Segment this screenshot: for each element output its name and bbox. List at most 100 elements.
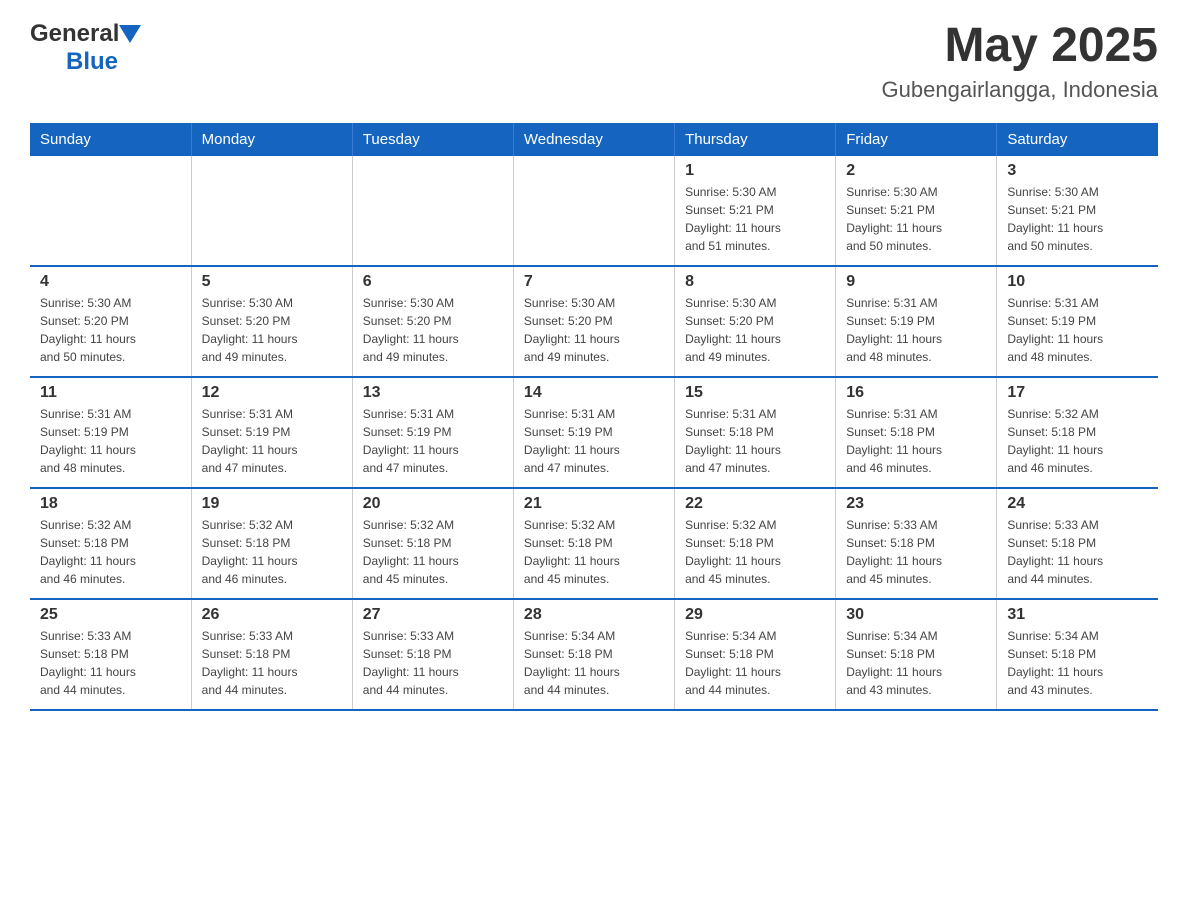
day-info: Sunrise: 5:31 AM Sunset: 5:19 PM Dayligh…: [202, 405, 342, 477]
day-info: Sunrise: 5:30 AM Sunset: 5:20 PM Dayligh…: [202, 294, 342, 366]
day-info: Sunrise: 5:32 AM Sunset: 5:18 PM Dayligh…: [1007, 405, 1148, 477]
day-number: 29: [685, 606, 825, 624]
calendar-day-cell: 14 Sunrise: 5:31 AM Sunset: 5:19 PM Dayli…: [513, 377, 674, 488]
day-info: Sunrise: 5:31 AM Sunset: 5:19 PM Dayligh…: [524, 405, 664, 477]
day-header-thursday: Thursday: [675, 123, 836, 156]
day-number: 12: [202, 384, 342, 402]
calendar-day-cell: [191, 156, 352, 266]
calendar-day-cell: 15 Sunrise: 5:31 AM Sunset: 5:18 PM Dayli…: [675, 377, 836, 488]
day-info: Sunrise: 5:31 AM Sunset: 5:19 PM Dayligh…: [1007, 294, 1148, 366]
day-number: 17: [1007, 384, 1148, 402]
day-info: Sunrise: 5:34 AM Sunset: 5:18 PM Dayligh…: [685, 627, 825, 699]
calendar-day-cell: 3 Sunrise: 5:30 AM Sunset: 5:21 PM Daylig…: [997, 156, 1158, 266]
day-header-monday: Monday: [191, 123, 352, 156]
day-number: 31: [1007, 606, 1148, 624]
day-number: 15: [685, 384, 825, 402]
day-number: 1: [685, 162, 825, 180]
day-info: Sunrise: 5:33 AM Sunset: 5:18 PM Dayligh…: [846, 516, 986, 588]
calendar-day-cell: 12 Sunrise: 5:31 AM Sunset: 5:19 PM Dayli…: [191, 377, 352, 488]
day-info: Sunrise: 5:30 AM Sunset: 5:21 PM Dayligh…: [846, 183, 986, 255]
calendar-day-cell: [30, 156, 191, 266]
day-info: Sunrise: 5:30 AM Sunset: 5:20 PM Dayligh…: [524, 294, 664, 366]
calendar-day-cell: 9 Sunrise: 5:31 AM Sunset: 5:19 PM Daylig…: [836, 266, 997, 377]
calendar-day-cell: 8 Sunrise: 5:30 AM Sunset: 5:20 PM Daylig…: [675, 266, 836, 377]
calendar-day-cell: 18 Sunrise: 5:32 AM Sunset: 5:18 PM Dayli…: [30, 488, 191, 599]
month-year-title: May 2025: [882, 20, 1158, 73]
day-info: Sunrise: 5:30 AM Sunset: 5:21 PM Dayligh…: [1007, 183, 1148, 255]
calendar-day-cell: 22 Sunrise: 5:32 AM Sunset: 5:18 PM Dayli…: [675, 488, 836, 599]
day-number: 22: [685, 495, 825, 513]
day-info: Sunrise: 5:33 AM Sunset: 5:18 PM Dayligh…: [363, 627, 503, 699]
calendar-day-cell: 29 Sunrise: 5:34 AM Sunset: 5:18 PM Dayli…: [675, 599, 836, 710]
calendar-header-row: SundayMondayTuesdayWednesdayThursdayFrid…: [30, 123, 1158, 156]
calendar-day-cell: 27Sunrise: 5:33 AM Sunset: 5:18 PM Dayli…: [352, 599, 513, 710]
calendar-day-cell: 4 Sunrise: 5:30 AM Sunset: 5:20 PM Daylig…: [30, 266, 191, 377]
day-info: Sunrise: 5:34 AM Sunset: 5:18 PM Dayligh…: [1007, 627, 1148, 699]
calendar-day-cell: 28Sunrise: 5:34 AM Sunset: 5:18 PM Dayli…: [513, 599, 674, 710]
day-info: Sunrise: 5:31 AM Sunset: 5:18 PM Dayligh…: [685, 405, 825, 477]
day-header-saturday: Saturday: [997, 123, 1158, 156]
day-number: 18: [40, 495, 181, 513]
day-info: Sunrise: 5:34 AM Sunset: 5:18 PM Dayligh…: [846, 627, 986, 699]
calendar-day-cell: 31 Sunrise: 5:34 AM Sunset: 5:18 PM Dayli…: [997, 599, 1158, 710]
calendar-day-cell: 21Sunrise: 5:32 AM Sunset: 5:18 PM Dayli…: [513, 488, 674, 599]
day-number: 30: [846, 606, 986, 624]
calendar-day-cell: 19Sunrise: 5:32 AM Sunset: 5:18 PM Dayli…: [191, 488, 352, 599]
calendar-day-cell: 10 Sunrise: 5:31 AM Sunset: 5:19 PM Dayli…: [997, 266, 1158, 377]
calendar-day-cell: 25 Sunrise: 5:33 AM Sunset: 5:18 PM Dayli…: [30, 599, 191, 710]
day-number: 25: [40, 606, 181, 624]
calendar-day-cell: [352, 156, 513, 266]
day-number: 9: [846, 273, 986, 291]
day-info: Sunrise: 5:30 AM Sunset: 5:21 PM Dayligh…: [685, 183, 825, 255]
calendar-day-cell: 7Sunrise: 5:30 AM Sunset: 5:20 PM Daylig…: [513, 266, 674, 377]
calendar-week-row: 1 Sunrise: 5:30 AM Sunset: 5:21 PM Daylig…: [30, 156, 1158, 266]
day-info: Sunrise: 5:32 AM Sunset: 5:18 PM Dayligh…: [524, 516, 664, 588]
day-info: Sunrise: 5:33 AM Sunset: 5:18 PM Dayligh…: [1007, 516, 1148, 588]
day-number: 5: [202, 273, 342, 291]
calendar-week-row: 4 Sunrise: 5:30 AM Sunset: 5:20 PM Daylig…: [30, 266, 1158, 377]
day-number: 14: [524, 384, 664, 402]
calendar-week-row: 11 Sunrise: 5:31 AM Sunset: 5:19 PM Dayli…: [30, 377, 1158, 488]
day-number: 4: [40, 273, 181, 291]
day-number: 11: [40, 384, 181, 402]
logo: General Blue: [30, 20, 141, 76]
calendar-day-cell: 16 Sunrise: 5:31 AM Sunset: 5:18 PM Dayli…: [836, 377, 997, 488]
day-info: Sunrise: 5:32 AM Sunset: 5:18 PM Dayligh…: [685, 516, 825, 588]
day-info: Sunrise: 5:30 AM Sunset: 5:20 PM Dayligh…: [40, 294, 181, 366]
day-info: Sunrise: 5:33 AM Sunset: 5:18 PM Dayligh…: [40, 627, 181, 699]
logo-blue-text: Blue: [66, 48, 118, 75]
calendar-day-cell: 2 Sunrise: 5:30 AM Sunset: 5:21 PM Daylig…: [836, 156, 997, 266]
calendar-day-cell: 24 Sunrise: 5:33 AM Sunset: 5:18 PM Dayli…: [997, 488, 1158, 599]
calendar-day-cell: 11 Sunrise: 5:31 AM Sunset: 5:19 PM Dayli…: [30, 377, 191, 488]
day-number: 3: [1007, 162, 1148, 180]
day-number: 24: [1007, 495, 1148, 513]
day-info: Sunrise: 5:32 AM Sunset: 5:18 PM Dayligh…: [40, 516, 181, 588]
day-header-wednesday: Wednesday: [513, 123, 674, 156]
day-info: Sunrise: 5:31 AM Sunset: 5:18 PM Dayligh…: [846, 405, 986, 477]
calendar-day-cell: [513, 156, 674, 266]
location-subtitle: Gubengairlangga, Indonesia: [882, 77, 1158, 103]
day-number: 16: [846, 384, 986, 402]
calendar-day-cell: 5 Sunrise: 5:30 AM Sunset: 5:20 PM Daylig…: [191, 266, 352, 377]
day-info: Sunrise: 5:33 AM Sunset: 5:18 PM Dayligh…: [202, 627, 342, 699]
calendar-day-cell: 20 Sunrise: 5:32 AM Sunset: 5:18 PM Dayli…: [352, 488, 513, 599]
calendar-day-cell: 6Sunrise: 5:30 AM Sunset: 5:20 PM Daylig…: [352, 266, 513, 377]
day-info: Sunrise: 5:31 AM Sunset: 5:19 PM Dayligh…: [40, 405, 181, 477]
day-number: 8: [685, 273, 825, 291]
calendar-day-cell: 17 Sunrise: 5:32 AM Sunset: 5:18 PM Dayli…: [997, 377, 1158, 488]
day-info: Sunrise: 5:30 AM Sunset: 5:20 PM Dayligh…: [685, 294, 825, 366]
day-info: Sunrise: 5:32 AM Sunset: 5:18 PM Dayligh…: [363, 516, 503, 588]
day-number: 20: [363, 495, 503, 513]
day-info: Sunrise: 5:31 AM Sunset: 5:19 PM Dayligh…: [846, 294, 986, 366]
day-info: Sunrise: 5:31 AM Sunset: 5:19 PM Dayligh…: [363, 405, 503, 477]
day-number: 10: [1007, 273, 1148, 291]
calendar-day-cell: 30 Sunrise: 5:34 AM Sunset: 5:18 PM Dayli…: [836, 599, 997, 710]
day-header-tuesday: Tuesday: [352, 123, 513, 156]
calendar-day-cell: 23Sunrise: 5:33 AM Sunset: 5:18 PM Dayli…: [836, 488, 997, 599]
title-section: May 2025 Gubengairlangga, Indonesia: [882, 20, 1158, 103]
day-number: 2: [846, 162, 986, 180]
calendar-day-cell: 26Sunrise: 5:33 AM Sunset: 5:18 PM Dayli…: [191, 599, 352, 710]
logo-icon: [119, 25, 141, 43]
day-number: 28: [524, 606, 664, 624]
calendar-table: SundayMondayTuesdayWednesdayThursdayFrid…: [30, 123, 1158, 711]
